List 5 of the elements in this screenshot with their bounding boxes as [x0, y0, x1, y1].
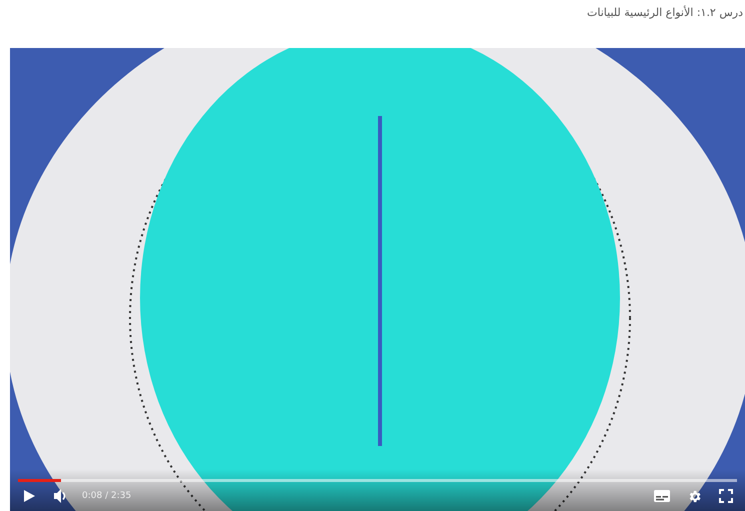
- page-title: درس ١.٢: الأنواع الرئيسية للبيانات: [587, 6, 744, 19]
- play-icon: [22, 489, 36, 503]
- time-display: 0:08 / 2:35: [82, 491, 132, 501]
- progress-track[interactable]: [18, 479, 737, 482]
- video-player[interactable]: 0:08 / 2:35: [10, 48, 745, 511]
